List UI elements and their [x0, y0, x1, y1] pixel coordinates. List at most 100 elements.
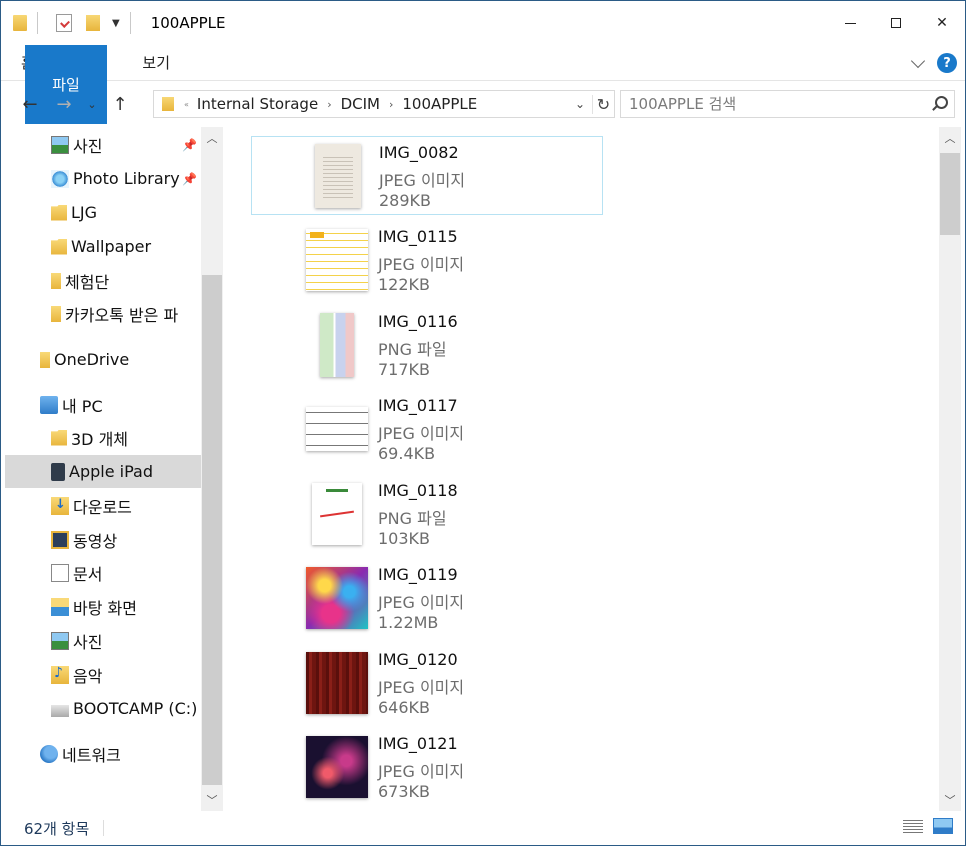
sidebar-item-apple-ipad[interactable]: Apple iPad [5, 455, 201, 488]
sidebar-item-label: 내 PC [62, 396, 103, 416]
file-name: IMG_0116 [378, 312, 458, 331]
chevron-up-icon[interactable]: ︿ [201, 127, 223, 149]
breadcrumb-dcim[interactable]: DCIM [341, 95, 380, 113]
breadcrumb-separator-icon[interactable]: « [184, 100, 189, 109]
list-item[interactable]: IMG_0121 JPEG 이미지 673KB [251, 728, 603, 807]
close-button[interactable]: ✕ [919, 1, 965, 45]
chevron-right-icon[interactable]: › [389, 98, 393, 111]
sidebar-item-label: 바탕 화면 [73, 598, 137, 618]
nebula-thumbnail [306, 736, 368, 798]
photo-library-icon [51, 169, 69, 188]
file-thumbnail [306, 481, 368, 547]
sidebar-item-pinned-pictures[interactable]: 사진 📌 [5, 128, 201, 161]
downloads-icon [51, 496, 69, 515]
file-type: JPEG 이미지 [378, 255, 465, 274]
music-icon [51, 665, 69, 684]
file-type: JPEG 이미지 [378, 762, 465, 781]
file-name: IMG_0115 [378, 227, 458, 246]
list-item[interactable]: IMG_0119 JPEG 이미지 1.22MB [251, 559, 603, 638]
sidebar-item-onedrive[interactable]: OneDrive [5, 343, 201, 376]
sidebar-item-ljg[interactable]: LJG [5, 196, 201, 229]
folder-icon [51, 204, 67, 221]
sidebar-item-videos[interactable]: 동영상 [5, 523, 201, 556]
folder-icon [51, 305, 61, 322]
list-item[interactable]: IMG_0116 PNG 파일 717KB [251, 306, 603, 385]
file-type: PNG 파일 [378, 340, 447, 359]
refresh-button[interactable]: ↻ [592, 94, 614, 114]
sidebar-item-3d-objects[interactable]: 3D 개체 [5, 421, 201, 454]
file-name: IMG_0121 [378, 734, 458, 753]
sidebar-item-documents[interactable]: 문서 [5, 556, 201, 589]
forward-button[interactable]: → [47, 94, 81, 115]
explorer-window: ▼ 100APPLE ✕ 파일 홈 공유 보기 ? ← → ⌄ ↑ « Inte… [0, 0, 966, 846]
maximize-button[interactable] [873, 1, 919, 45]
expand-ribbon-icon[interactable] [910, 53, 926, 68]
sidebar-scroll-thumb[interactable] [202, 275, 222, 785]
red-wood-thumbnail [306, 652, 368, 714]
onedrive-folder-icon [40, 351, 50, 368]
folder-icon [162, 97, 174, 111]
window-title: 100APPLE [150, 14, 226, 32]
chevron-down-icon[interactable]: ﹀ [939, 789, 961, 811]
sidebar-item-network[interactable]: 네트워크 [5, 737, 201, 770]
ribbon-tabs: 파일 홈 공유 보기 ? [1, 45, 965, 124]
large-icons-view-icon[interactable] [933, 818, 953, 834]
sidebar-item-bootcamp-drive[interactable]: BOOTCAMP (C:) [5, 692, 201, 725]
title-bar: ▼ 100APPLE ✕ [1, 1, 965, 45]
navigation-bar: ← → ⌄ ↑ « Internal Storage › DCIM › 100A… [1, 81, 965, 127]
network-icon [40, 744, 58, 763]
sidebar-item-kakaotalk-received[interactable]: 카카오톡 받은 파 [5, 297, 201, 330]
sidebar-item-downloads[interactable]: 다운로드 [5, 489, 201, 522]
sidebar-item-this-pc[interactable]: 내 PC [5, 388, 201, 421]
sidebar-item-photo-library[interactable]: Photo Library 📌 [5, 162, 201, 195]
pin-icon: 📌 [182, 171, 197, 186]
back-button[interactable]: ← [13, 94, 47, 115]
file-list-scrollbar[interactable]: ︿ ﹀ [939, 127, 961, 811]
list-item[interactable]: IMG_0117 JPEG 이미지 69.4KB [251, 390, 603, 469]
chevron-right-icon[interactable]: › [327, 98, 331, 111]
toolbar-divider [37, 12, 38, 34]
sidebar-item-label: 3D 개체 [71, 429, 129, 449]
tab-view[interactable]: 보기 [122, 45, 190, 80]
address-history-button[interactable]: ⌄ [568, 97, 592, 111]
drive-icon [51, 704, 69, 717]
sidebar-item-label: LJG [71, 203, 98, 222]
address-actions: ⌄ ↻ [568, 91, 614, 117]
sidebar-item-experience-group[interactable]: 체험단 [5, 264, 201, 297]
file-name: IMG_0118 [378, 481, 458, 500]
file-thumbnail [306, 565, 368, 631]
list-item[interactable]: IMG_0118 PNG 파일 103KB [251, 475, 603, 554]
file-name: IMG_0082 [379, 143, 459, 162]
chevron-down-icon[interactable]: ﹀ [201, 789, 223, 811]
chevron-up-icon[interactable]: ︿ [939, 127, 961, 149]
details-view-icon[interactable] [903, 818, 923, 834]
up-button[interactable]: ↑ [103, 94, 137, 115]
new-folder-icon[interactable] [86, 15, 100, 31]
file-size: 717KB [378, 360, 431, 379]
list-item[interactable]: IMG_0115 JPEG 이미지 122KB [251, 221, 603, 300]
minimize-button[interactable] [827, 1, 873, 45]
breadcrumb-internal-storage[interactable]: Internal Storage [197, 95, 318, 113]
file-list-scroll-thumb[interactable] [940, 153, 960, 235]
sidebar-item-desktop[interactable]: 바탕 화면 [5, 590, 201, 623]
address-bar[interactable]: « Internal Storage › DCIM › 100APPLE ⌄ ↻ [153, 90, 615, 118]
list-item[interactable]: IMG_0120 JPEG 이미지 646KB [251, 644, 603, 723]
customize-toolbar-icon[interactable]: ▼ [112, 18, 120, 29]
properties-icon[interactable] [56, 14, 72, 32]
file-size: 103KB [378, 529, 431, 548]
sidebar-item-wallpaper[interactable]: Wallpaper [5, 230, 201, 263]
sidebar-scrollbar[interactable]: ︿ ﹀ [201, 127, 223, 811]
search-input[interactable] [629, 95, 919, 113]
search-icon[interactable] [932, 96, 948, 110]
help-button[interactable]: ? [937, 53, 957, 73]
recent-locations-button[interactable]: ⌄ [81, 98, 103, 111]
file-size: 69.4KB [378, 444, 436, 463]
sidebar-item-label: 체험단 [65, 272, 110, 292]
breadcrumb-100apple[interactable]: 100APPLE [402, 95, 477, 113]
sidebar-item-label: BOOTCAMP (C:) [73, 699, 198, 718]
list-item[interactable]: IMG_0082 JPEG 이미지 289KB [251, 136, 603, 215]
file-list: IMG_0082 JPEG 이미지 289KB IMG_0115 JPEG 이미… [227, 127, 939, 811]
sidebar-item-pictures[interactable]: 사진 [5, 624, 201, 657]
sidebar-item-music[interactable]: 음악 [5, 658, 201, 691]
file-thumbnail [306, 734, 368, 800]
